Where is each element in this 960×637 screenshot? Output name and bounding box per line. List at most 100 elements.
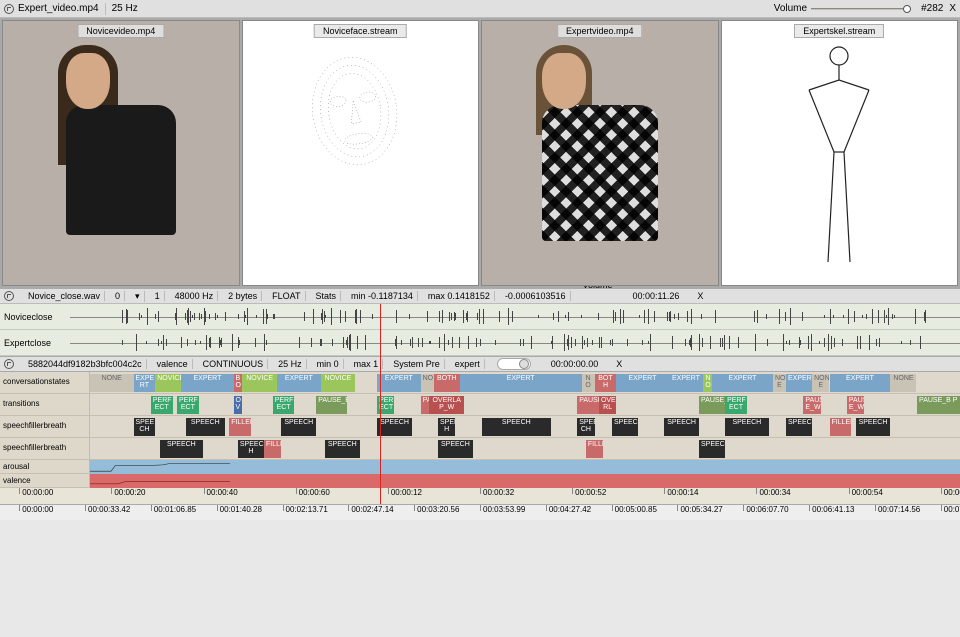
segment[interactable]: EXPERT [377, 374, 421, 392]
segment[interactable]: PA [421, 396, 430, 414]
segment[interactable]: N O [582, 374, 595, 392]
segment[interactable]: EXPERT [616, 374, 668, 392]
segment[interactable]: FILLER [830, 418, 852, 436]
segment[interactable]: SPEECH [786, 418, 812, 436]
segment[interactable]: NON E [812, 374, 829, 392]
stream-role: expert [451, 359, 485, 369]
close-button[interactable]: X [697, 291, 703, 301]
ruler-tick: 00:00:14 [664, 488, 698, 494]
segment[interactable]: EXPERT [830, 374, 891, 392]
segment[interactable]: EXPERT [181, 374, 233, 392]
volume-control[interactable]: Volume [774, 3, 911, 14]
track-arousal[interactable]: arousal [0, 460, 960, 474]
track-transitions[interactable]: transitions PERF ECTPERF ECTO VPERF ECTP… [0, 394, 960, 416]
segment[interactable]: SPEEC H [238, 440, 264, 458]
audio-chan[interactable]: 0 [111, 291, 125, 301]
track-speechfillerbreath-2[interactable]: speechfillerbreath SPEECHSPEEC HFILLERSP… [0, 438, 960, 460]
waveform-expert[interactable]: Expertclose [0, 330, 960, 356]
track-conversationstates[interactable]: conversationstates NONEEXPE RTNOVICEEXPE… [0, 372, 960, 394]
viewer-novice-face[interactable]: Noviceface.stream [242, 20, 480, 286]
chevron-down-icon[interactable]: ▾ [131, 291, 145, 302]
waveform-label: Expertclose [0, 338, 70, 348]
segment[interactable]: SPEECH [160, 440, 204, 458]
segment[interactable]: B O [234, 374, 243, 392]
stream-name: 5882044df9182b3bfc004c2c [24, 359, 147, 369]
segment[interactable]: PAUSE_B [316, 396, 346, 414]
segment[interactable]: SPEECH [725, 418, 769, 436]
viewer-expert-skel[interactable]: Expertskel.stream [721, 20, 959, 286]
viewer-novice-video[interactable]: Novicevideo.mp4 [2, 20, 240, 286]
audio-stats[interactable]: Stats [312, 291, 342, 301]
segment[interactable]: SPEECH [281, 418, 316, 436]
segment[interactable]: FILLER [586, 440, 603, 458]
segment[interactable]: SPEECH [856, 418, 891, 436]
segment[interactable]: NON E [773, 374, 786, 392]
segment[interactable]: NOVICE [155, 374, 181, 392]
segment[interactable]: O V [234, 396, 243, 414]
close-button[interactable]: X [949, 3, 956, 14]
segment[interactable]: SPEE CH [134, 418, 156, 436]
audio-filename: Novice_close.wav [24, 291, 105, 301]
ruler-tick: 00:05:34.27 [677, 505, 722, 511]
segment[interactable]: OVERLA P_W [429, 396, 464, 414]
segment[interactable]: PAUSE_B [699, 396, 725, 414]
segment[interactable]: NOVICE [321, 374, 356, 392]
segment[interactable]: PAUSE_ [577, 396, 599, 414]
segment[interactable]: SPEE CH [577, 418, 594, 436]
segment[interactable]: SPEECH [612, 418, 638, 436]
segment[interactable]: SPEECH [664, 418, 699, 436]
segment[interactable]: OVE RL [599, 396, 616, 414]
segment[interactable]: PAUS E_W [847, 396, 864, 414]
segment[interactable]: PERF ECT [725, 396, 747, 414]
ruler-tick: 00:00:00 [19, 505, 53, 511]
segment[interactable]: PERF ECT [151, 396, 173, 414]
segment[interactable]: FILLER [264, 440, 281, 458]
segment[interactable]: SPEEC H [438, 418, 455, 436]
viewer-label: Expertvideo.mp4 [557, 24, 643, 38]
time-ruler-full[interactable]: 00:00:0000:00:33.4200:01:06.8500:01:40.2… [0, 504, 960, 520]
segment[interactable]: EXPERT [460, 374, 582, 392]
segment[interactable]: EXPERT [277, 374, 321, 392]
segment[interactable]: PERF ECT [177, 396, 199, 414]
segment[interactable]: NONE [90, 374, 134, 392]
segment[interactable]: BOT H [595, 374, 617, 392]
segment[interactable]: SPEECH [482, 418, 552, 436]
stream-toolbar: 5882044df9182b3bfc004c2c valence CONTINU… [0, 356, 960, 372]
segment[interactable]: PAUSE_B P [917, 396, 960, 414]
playhead[interactable] [380, 304, 381, 504]
segment[interactable]: NONE [890, 374, 916, 392]
segment[interactable]: FILLER [229, 418, 251, 436]
valence-curve [90, 474, 230, 488]
volume-slider[interactable] [811, 8, 911, 10]
segment[interactable]: EXPERT [786, 374, 812, 392]
segment[interactable]: PAUS E_W [803, 396, 820, 414]
track-valence[interactable]: valence [0, 474, 960, 488]
track-speechfillerbreath-1[interactable]: speechfillerbreath SPEE CHSPEECHFILLERSP… [0, 416, 960, 438]
viewer-expert-video[interactable]: Expertvideo.mp4 [481, 20, 719, 286]
segment[interactable]: EXPERT [712, 374, 773, 392]
segment[interactable]: NOVICE [242, 374, 277, 392]
segment[interactable]: SPEECH [325, 440, 360, 458]
segment[interactable]: NO [421, 374, 434, 392]
segment[interactable]: BOTH [434, 374, 460, 392]
toggle-switch[interactable] [497, 358, 531, 370]
audio-toolbar: Novice_close.wav 0 ▾ 1 48000 Hz 2 bytes … [0, 288, 960, 304]
waveform-novice[interactable]: Noviceclose [0, 304, 960, 330]
audio-chan2: 1 [151, 291, 165, 301]
ruler-tick: 00:00:00 [19, 488, 53, 494]
time-ruler-zoom[interactable]: 00:00:0000:00:2000:00:4000:00:6000:00:12… [0, 488, 960, 504]
close-button[interactable]: X [616, 359, 622, 369]
segment[interactable]: SPEECH [377, 418, 412, 436]
viewer-label: Novicevideo.mp4 [77, 24, 164, 38]
segment[interactable]: SPEECH [186, 418, 225, 436]
ruler-tick: 00:03:20.56 [414, 505, 459, 511]
timeline-area: Noviceclose Expertclose 5882044df9182b3b… [0, 304, 960, 504]
stream-max: max 1 [350, 359, 384, 369]
segment[interactable]: SPEECH [438, 440, 473, 458]
segment[interactable]: SPEECH [699, 440, 725, 458]
skeleton-icon [794, 42, 884, 272]
segment[interactable]: N O [703, 374, 712, 392]
segment[interactable]: EXPERT [669, 374, 704, 392]
segment[interactable]: EXPE RT [134, 374, 156, 392]
segment[interactable]: PERF ECT [273, 396, 295, 414]
